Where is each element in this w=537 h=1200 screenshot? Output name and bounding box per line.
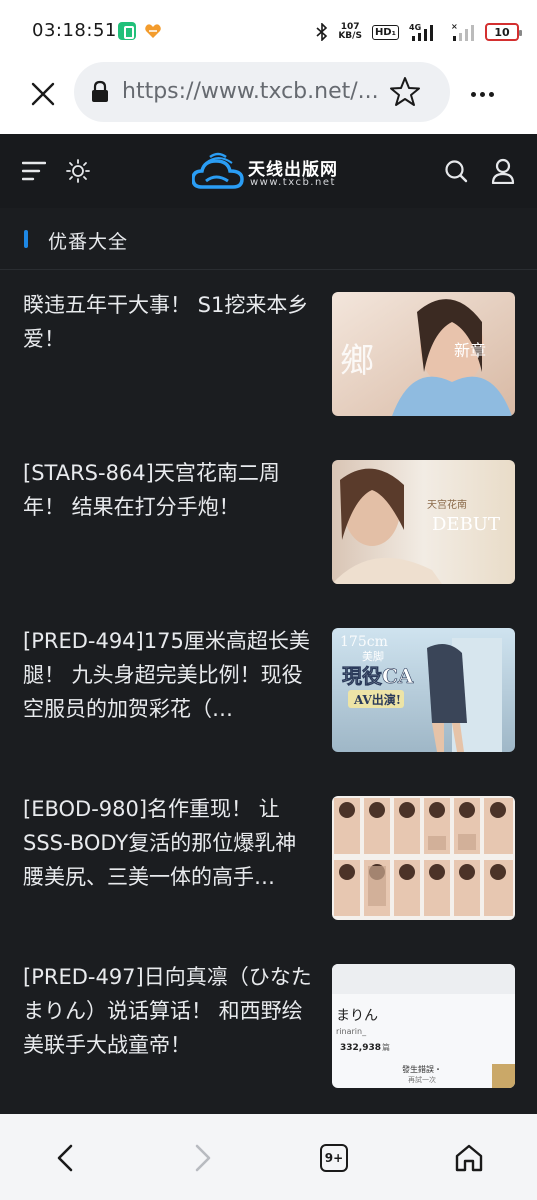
forward-arrow-icon <box>195 1144 211 1172</box>
svg-text:篇: 篇 <box>382 1042 390 1052</box>
svg-text:4G: 4G <box>409 23 421 32</box>
svg-text:AV出演!: AV出演! <box>353 692 401 707</box>
article-thumbnail[interactable]: 天宫花南 DEBUT <box>332 460 515 584</box>
theme-toggle-sun-icon[interactable] <box>66 159 90 183</box>
web-page: 天线出版网 www.txcb.net 优番大全 睽违五年干大事！ S1挖来本乡爱… <box>0 134 537 1114</box>
close-icon <box>31 82 55 106</box>
article-item[interactable]: [EBOD-980]名作重现！ 让SSS-BODY复活的那位爆乳神腰美尻、三美一… <box>0 792 537 920</box>
tabs-count-badge: 9+ <box>320 1144 348 1172</box>
network-speed: 107 KB/S <box>338 23 362 41</box>
more-menu-button[interactable] <box>464 79 500 109</box>
address-bar[interactable]: https://www.txcb.net/... <box>74 62 450 122</box>
cloud-logo-icon <box>192 152 244 189</box>
svg-text:×: × <box>451 22 458 31</box>
back-button[interactable] <box>44 1136 88 1180</box>
signal-secondary-icon: × <box>451 22 474 41</box>
thumbnail-caption: 新章 <box>454 341 486 360</box>
svg-text:rinarin_: rinarin_ <box>336 1027 367 1036</box>
network-speed-unit: KB/S <box>338 31 362 41</box>
url-text: https://www.txcb.net/... <box>122 79 379 104</box>
site-header: 天线出版网 www.txcb.net <box>0 134 537 208</box>
thumbnail-text: 現役CA <box>342 664 414 688</box>
article-thumbnail[interactable]: 鄉 新章 <box>332 292 515 416</box>
article-thumbnail[interactable] <box>332 796 515 920</box>
svg-text:175cm: 175cm <box>340 634 388 650</box>
thumbnail-text: DEBUT <box>432 514 500 535</box>
app-notification-heart-icon <box>145 24 161 38</box>
app-notification-icon <box>118 22 136 40</box>
article-title[interactable]: [PRED-494]175厘米高超长美腿！ 九头身超完美比例！现役空服员的加贺彩… <box>23 624 317 726</box>
logo-subtitle: www.txcb.net <box>250 177 336 188</box>
search-icon[interactable] <box>444 159 468 183</box>
svg-text:再試一次: 再試一次 <box>408 1075 436 1084</box>
more-dot-icon <box>470 91 476 97</box>
home-button[interactable] <box>447 1136 491 1180</box>
thumbnail-text: まりん <box>336 1008 378 1024</box>
menu-icon[interactable] <box>22 160 46 182</box>
status-time: 03:18:51 <box>32 20 117 41</box>
browser-toolbar: https://www.txcb.net/... <box>0 62 537 134</box>
site-logo[interactable]: 天线出版网 www.txcb.net <box>192 151 352 193</box>
article-title[interactable]: [EBOD-980]名作重现！ 让SSS-BODY复活的那位爆乳神腰美尻、三美一… <box>23 792 317 894</box>
article-item[interactable]: 睽违五年干大事！ S1挖来本乡爱！ 鄉 新章 <box>0 288 537 416</box>
status-bar: 03:18:51 107 KB/S HD₁ 4G × 10 <box>0 0 537 62</box>
article-item[interactable]: [PRED-497]日向真凛（ひなたまりん）说话算话！ 和西野绘美联手大战童帝！… <box>0 960 537 1088</box>
bluetooth-icon <box>316 23 328 41</box>
more-dot-icon <box>479 91 485 97</box>
thumbnail-caption: 美脚 <box>362 649 384 663</box>
user-icon[interactable] <box>491 158 515 184</box>
section-accent-bar <box>24 230 28 248</box>
tabs-button[interactable]: 9+ <box>312 1136 356 1180</box>
more-dot-icon <box>488 91 494 97</box>
svg-text:發生錯誤・: 發生錯誤・ <box>402 1064 442 1074</box>
section-title: 优番大全 <box>48 231 129 253</box>
thumbnail-text: 鄉 <box>340 341 374 381</box>
star-icon[interactable] <box>388 75 422 109</box>
article-thumbnail[interactable]: 175cm 美脚 現役CA AV出演! <box>332 628 515 752</box>
home-icon <box>455 1144 483 1172</box>
article-title[interactable]: [STARS-864]天宫花南二周年！ 结果在打分手炮！ <box>23 456 317 524</box>
lock-icon <box>92 80 108 102</box>
battery-indicator: 10 <box>485 23 522 41</box>
signal-4g-icon: 4G <box>409 23 433 41</box>
article-item[interactable]: [PRED-494]175厘米高超长美腿！ 九头身超完美比例！现役空服员的加贺彩… <box>0 624 537 752</box>
forward-button[interactable] <box>180 1136 224 1180</box>
section-header: 优番大全 <box>0 208 537 270</box>
back-arrow-icon <box>57 1144 73 1172</box>
article-item[interactable]: [STARS-864]天宫花南二周年！ 结果在打分手炮！ 天宫花南 DEBUT <box>0 456 537 584</box>
close-tab-button[interactable] <box>24 75 62 113</box>
hd-badge: HD₁ <box>371 24 399 40</box>
thumbnail-caption: 天宫花南 <box>427 498 467 511</box>
thumbnail-caption: 332,938 <box>340 1043 381 1053</box>
article-thumbnail[interactable]: まりん rinarin_ 332,938 篇 發生錯誤・ 再試一次 <box>332 964 515 1088</box>
status-indicators: 107 KB/S HD₁ 4G × 10 <box>316 20 522 44</box>
article-title[interactable]: [PRED-497]日向真凛（ひなたまりん）说话算话！ 和西野绘美联手大战童帝！ <box>23 960 317 1062</box>
browser-bottom-nav: 9+ <box>0 1114 537 1200</box>
article-title[interactable]: 睽违五年干大事！ S1挖来本乡爱！ <box>23 288 317 356</box>
